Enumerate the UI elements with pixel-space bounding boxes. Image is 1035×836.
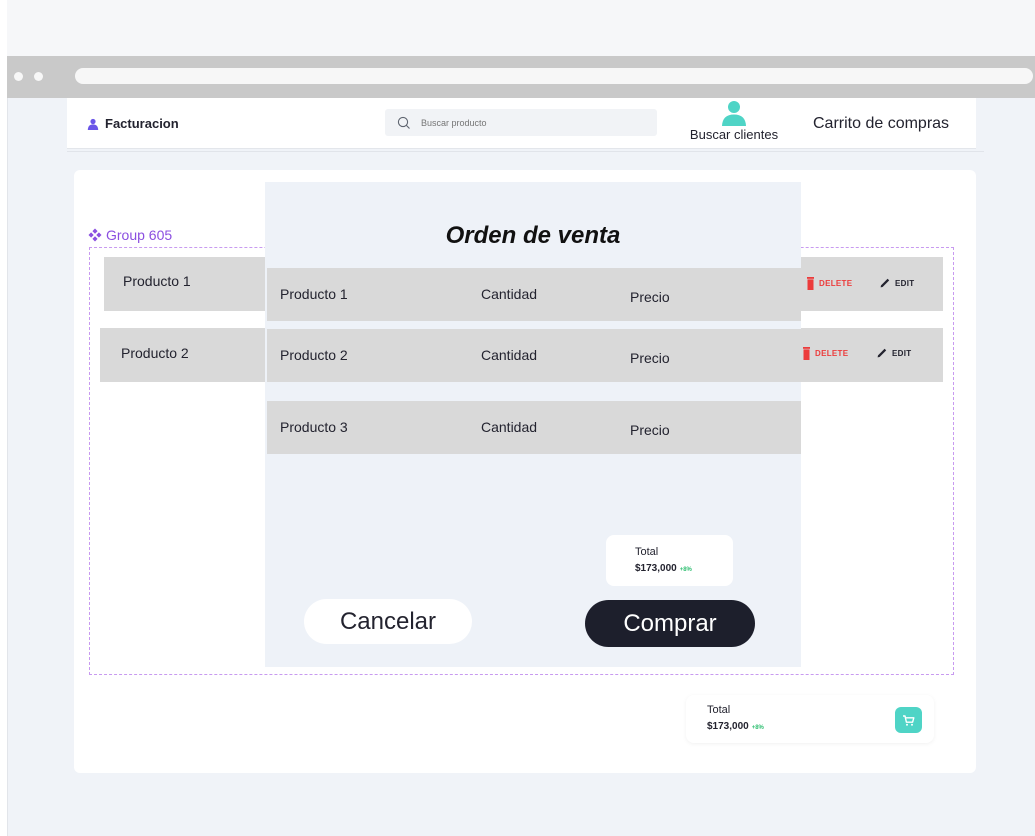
search-clients-label: Buscar clientes <box>689 127 779 142</box>
delete-button[interactable]: DELETE <box>807 277 852 290</box>
order-product: Producto 2 <box>280 347 348 363</box>
brand-name: Facturacion <box>105 116 179 131</box>
order-row[interactable]: Producto 2 Cantidad Precio <box>267 329 801 382</box>
cart-total-amount: $173,000 <box>707 721 749 732</box>
trash-icon <box>803 347 810 360</box>
order-product: Producto 3 <box>280 419 348 435</box>
cancel-button[interactable]: Cancelar <box>304 599 472 644</box>
order-total-card: Total $173,000 +8% <box>606 535 733 586</box>
search-input[interactable] <box>419 116 643 129</box>
order-product: Producto 1 <box>280 286 348 302</box>
brand[interactable]: Facturacion <box>87 116 179 131</box>
top-margin <box>7 0 1035 56</box>
edit-label: EDIT <box>895 278 915 288</box>
search-box[interactable] <box>385 109 657 136</box>
order-price: Precio <box>630 422 670 438</box>
order-quantity[interactable]: Cantidad <box>481 347 537 364</box>
component-icon <box>88 228 102 242</box>
search-clients-button[interactable]: Buscar clientes <box>681 100 787 144</box>
trash-icon <box>807 277 814 290</box>
window-dot[interactable] <box>34 72 43 81</box>
order-modal: Orden de venta Producto 1 Cantidad Preci… <box>265 182 801 667</box>
browser-chrome <box>7 56 1035 98</box>
order-price: Precio <box>630 350 670 366</box>
delete-button[interactable]: DELETE <box>803 347 848 360</box>
window-dot[interactable] <box>14 72 23 81</box>
left-frame-edge <box>0 0 8 836</box>
group-label: Group 605 <box>88 227 172 243</box>
cart-link[interactable]: Carrito de compras <box>813 115 949 133</box>
app-header: Facturacion Buscar clientes Carrito de c… <box>67 98 976 149</box>
header-divider <box>67 151 984 152</box>
group-name: Group 605 <box>106 227 173 243</box>
order-quantity[interactable]: Cantidad <box>481 286 537 303</box>
user-icon <box>87 118 99 130</box>
order-price: Precio <box>630 289 670 305</box>
modal-title: Orden de venta <box>445 222 621 249</box>
order-total-title: Total <box>635 546 659 558</box>
product-name: Producto 2 <box>121 345 189 361</box>
cart-icon <box>903 714 915 726</box>
cart-total-change: +8% <box>751 725 764 731</box>
order-row[interactable]: Producto 3 Cantidad Precio <box>267 401 801 454</box>
person-icon <box>722 101 746 126</box>
edit-button[interactable]: EDIT <box>877 348 911 358</box>
product-name: Producto 1 <box>123 273 191 289</box>
cart-total-title: Total <box>707 704 731 716</box>
order-total-amount: $173,000 <box>635 563 677 574</box>
delete-label: DELETE <box>819 279 853 288</box>
cart-button[interactable] <box>895 707 922 733</box>
order-total-change: +8% <box>679 567 692 573</box>
pencil-icon <box>877 348 887 358</box>
delete-label: DELETE <box>815 349 849 358</box>
edit-button[interactable]: EDIT <box>880 278 914 288</box>
order-quantity[interactable]: Cantidad <box>481 419 537 436</box>
address-bar[interactable] <box>75 68 1033 84</box>
order-row[interactable]: Producto 1 Cantidad Precio <box>267 268 801 321</box>
search-icon <box>397 116 410 129</box>
buy-button[interactable]: Comprar <box>585 600 755 647</box>
edit-label: EDIT <box>892 348 912 358</box>
pencil-icon <box>880 278 890 288</box>
